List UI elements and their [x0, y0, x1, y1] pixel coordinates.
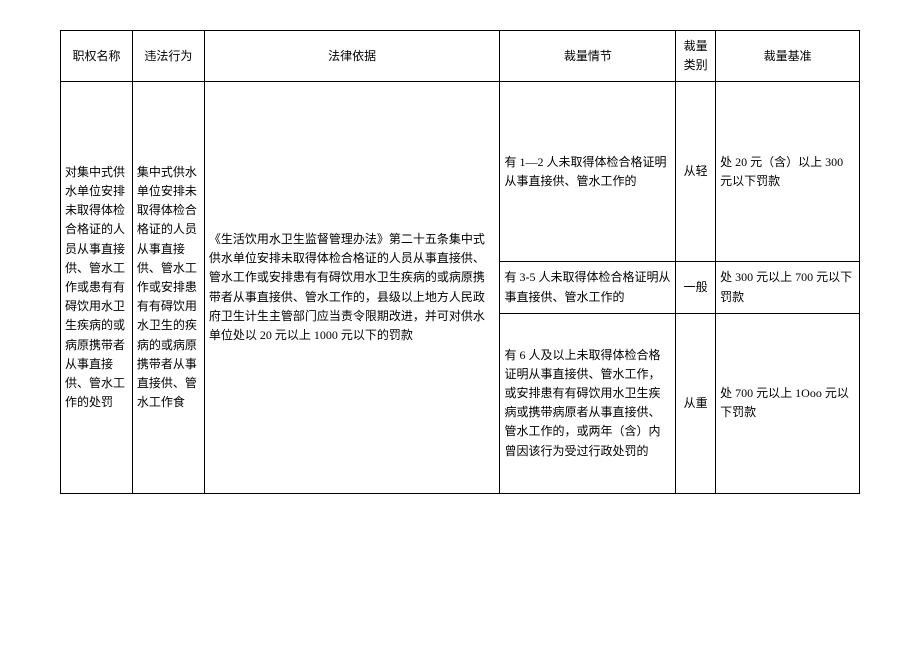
cell-authority-name: 对集中式供水单位安排未取得体检合格证的人员从事直接供、管水工作或患有有碍饮用水卫… — [61, 82, 133, 493]
cell-standard: 处 300 元以上 700 元以下罚款 — [716, 262, 860, 313]
table-row: 对集中式供水单位安排未取得体检合格证的人员从事直接供、管水工作或患有有碍饮用水卫… — [61, 82, 860, 262]
cell-violation: 集中式供水单位安排未取得体检合格证的人员从事直接供、管水工作或安排患有有碍饮用水… — [132, 82, 204, 493]
cell-standard: 处 20 元（含）以上 300 元以下罚款 — [716, 82, 860, 262]
cell-category: 一般 — [676, 262, 716, 313]
cell-legal-basis: 《生活饮用水卫生监督管理办法》第二十五条集中式供水单位安排未取得体检合格证的人员… — [204, 82, 500, 493]
header-legal-basis: 法律依据 — [204, 31, 500, 82]
header-standard: 裁量基准 — [716, 31, 860, 82]
cell-circumstance: 有 6 人及以上未取得体检合格证明从事直接供、管水工作，或安排患有有碍饮用水卫生… — [500, 313, 676, 493]
table-header-row: 职权名称 违法行为 法律依据 裁量情节 裁量类别 裁量基准 — [61, 31, 860, 82]
header-category: 裁量类别 — [676, 31, 716, 82]
discretion-table: 职权名称 违法行为 法律依据 裁量情节 裁量类别 裁量基准 对集中式供水单位安排… — [60, 30, 860, 494]
header-violation: 违法行为 — [132, 31, 204, 82]
cell-circumstance: 有 3-5 人未取得体检合格证明从事直接供、管水工作的 — [500, 262, 676, 313]
cell-category: 从轻 — [676, 82, 716, 262]
cell-category: 从重 — [676, 313, 716, 493]
cell-circumstance: 有 1—2 人未取得体检合格证明从事直接供、管水工作的 — [500, 82, 676, 262]
header-circumstance: 裁量情节 — [500, 31, 676, 82]
cell-standard: 处 700 元以上 1Ooo 元以下罚款 — [716, 313, 860, 493]
header-authority-name: 职权名称 — [61, 31, 133, 82]
